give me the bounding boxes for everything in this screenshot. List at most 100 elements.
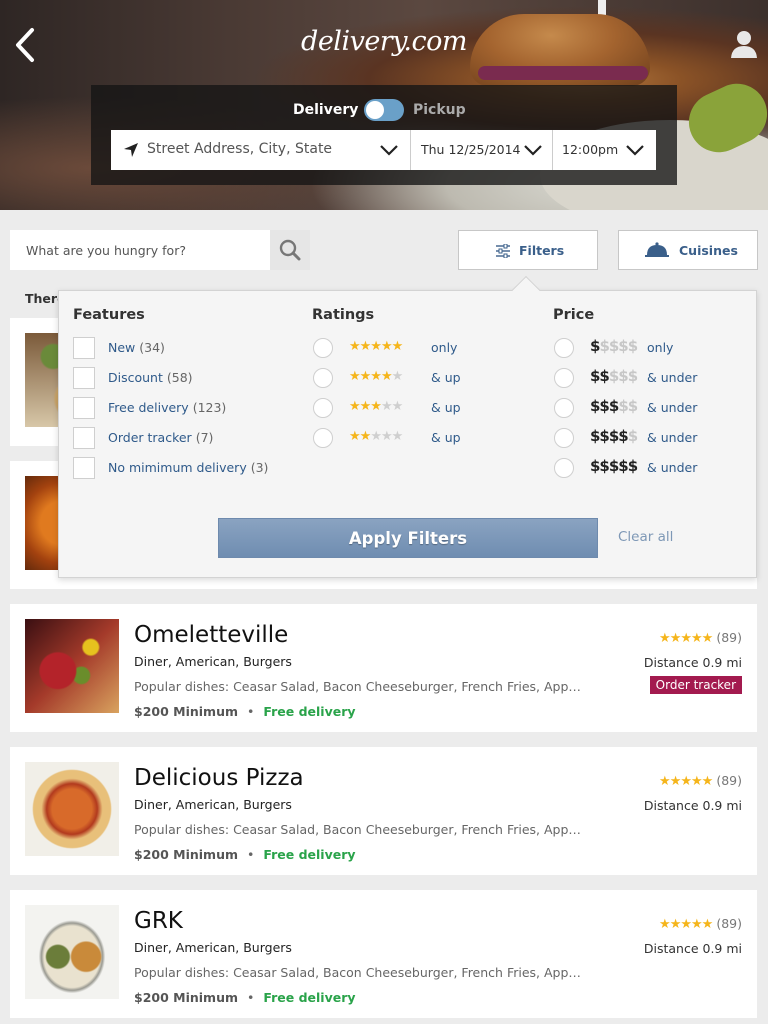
star-rating-icon: ★★★★★: [659, 774, 713, 789]
restaurant-name[interactable]: Omeletteville: [134, 622, 288, 648]
rating-suffix: & up: [431, 400, 461, 415]
radio-button[interactable]: [554, 458, 574, 478]
address-input[interactable]: Street Address, City, State: [111, 130, 411, 170]
price-suffix: only: [647, 340, 674, 355]
price-level: $$$$$: [590, 367, 638, 385]
feature-label: Order tracker (7): [108, 430, 214, 445]
restaurant-thumbnail: [25, 762, 119, 856]
feature-option-new[interactable]: New (34): [73, 337, 293, 359]
search-button[interactable]: [270, 230, 310, 270]
search-icon: [279, 239, 301, 261]
restaurant-thumbnail: [25, 905, 119, 999]
apply-filters-button[interactable]: Apply Filters: [218, 518, 598, 558]
user-profile-button[interactable]: [728, 28, 760, 60]
rating-suffix: only: [431, 340, 458, 355]
checkbox[interactable]: [73, 367, 95, 389]
rating: ★★★★★ (89): [659, 773, 742, 789]
radio-button[interactable]: [313, 338, 333, 358]
price-option-1[interactable]: $$$$$ only: [554, 337, 724, 359]
feature-option-no-minimum[interactable]: No mimimum delivery (3): [73, 457, 293, 479]
feature-option-order-tracker[interactable]: Order tracker (7): [73, 427, 293, 449]
rating-suffix: & up: [431, 370, 461, 385]
address-placeholder: Street Address, City, State: [147, 141, 333, 157]
time-select[interactable]: 12:00pm: [553, 130, 656, 170]
price-option-3[interactable]: $$$$$ & under: [554, 397, 724, 419]
time-value: 12:00pm: [562, 142, 619, 157]
dropdown-caret: [511, 275, 541, 305]
radio-button[interactable]: [554, 338, 574, 358]
cuisines-button[interactable]: Cuisines: [618, 230, 758, 270]
radio-button[interactable]: [313, 368, 333, 388]
restaurant-cuisine: Diner, American, Burgers: [134, 797, 292, 812]
filters-button[interactable]: Filters: [458, 230, 598, 270]
radio-button[interactable]: [554, 368, 574, 388]
rating-option-3[interactable]: ★★★★★ & up: [313, 397, 483, 419]
popular-dishes: Popular dishes: Ceasar Salad, Bacon Chee…: [134, 822, 584, 837]
restaurant-name[interactable]: Delicious Pizza: [134, 765, 304, 791]
chevron-down-icon: [524, 145, 542, 156]
delivery-info: $200 Minimum • Free delivery: [134, 704, 356, 719]
restaurant-card[interactable]: Omeletteville Diner, American, Burgers P…: [10, 604, 757, 732]
restaurant-name[interactable]: GRK: [134, 908, 183, 934]
checkbox[interactable]: [73, 457, 95, 479]
review-count: (89): [716, 630, 742, 645]
feature-option-free-delivery[interactable]: Free delivery (123): [73, 397, 293, 419]
pickup-mode-label[interactable]: Pickup: [413, 99, 466, 121]
checkbox[interactable]: [73, 337, 95, 359]
minimum-order: $200 Minimum: [134, 704, 238, 719]
rating-suffix: & up: [431, 430, 461, 445]
rating: ★★★★★ (89): [659, 630, 742, 646]
delivery-pickup-toggle[interactable]: [364, 99, 404, 121]
search-bar: [10, 230, 310, 270]
separator-dot: •: [247, 704, 255, 719]
sliders-icon: [496, 244, 510, 258]
separator-dot: •: [247, 990, 255, 1005]
radio-button[interactable]: [554, 398, 574, 418]
toggle-knob: [366, 101, 384, 119]
star-rating-icon: ★★★★★: [349, 429, 403, 444]
clear-all-link[interactable]: Clear all: [618, 529, 673, 545]
rating-option-4[interactable]: ★★★★★ & up: [313, 367, 483, 389]
delivery-mode-label[interactable]: Delivery: [293, 99, 358, 121]
price-option-5[interactable]: $$$$$ & under: [554, 457, 724, 479]
rating-option-2[interactable]: ★★★★★ & up: [313, 427, 483, 449]
restaurant-card[interactable]: Delicious Pizza Diner, American, Burgers…: [10, 747, 757, 875]
search-input[interactable]: [10, 230, 270, 270]
location-arrow-icon: [124, 143, 138, 157]
price-level: $$$$$: [590, 337, 638, 355]
restaurant-cuisine: Diner, American, Burgers: [134, 654, 292, 669]
order-tracker-badge: Order tracker: [649, 676, 742, 694]
delivery-pickup-toggle-row: Delivery Pickup: [91, 99, 677, 121]
restaurant-cuisine: Diner, American, Burgers: [134, 940, 292, 955]
cloche-icon: [645, 242, 669, 257]
free-delivery-label: Free delivery: [263, 704, 356, 719]
restaurant-card[interactable]: GRK Diner, American, Burgers Popular dis…: [10, 890, 757, 1018]
cuisines-label: Cuisines: [679, 243, 738, 258]
price-suffix: & under: [647, 370, 698, 385]
app-logo[interactable]: delivery.com: [0, 26, 768, 57]
price-level: $$$$$: [590, 397, 638, 415]
price-suffix: & under: [647, 460, 698, 475]
price-option-2[interactable]: $$$$$ & under: [554, 367, 724, 389]
hero-banner: delivery.com Delivery Pickup Street Addr…: [0, 0, 768, 210]
ratings-heading: Ratings: [312, 307, 375, 323]
features-heading: Features: [73, 307, 145, 323]
price-option-4[interactable]: $$$$$ & under: [554, 427, 724, 449]
date-select[interactable]: Thu 12/25/2014: [411, 130, 553, 170]
feature-label: New (34): [108, 340, 165, 355]
minimum-order: $200 Minimum: [134, 847, 238, 862]
minimum-order: $200 Minimum: [134, 990, 238, 1005]
radio-button[interactable]: [313, 428, 333, 448]
rating-option-5[interactable]: ★★★★★ only: [313, 337, 483, 359]
feature-label: Free delivery (123): [108, 400, 227, 415]
checkbox[interactable]: [73, 397, 95, 419]
feature-option-discount[interactable]: Discount (58): [73, 367, 293, 389]
chevron-down-icon: [626, 145, 644, 156]
price-level: $$$$$: [590, 457, 638, 475]
distance: Distance 0.9 mi: [643, 941, 742, 956]
star-rating-icon: ★★★★★: [659, 917, 713, 932]
radio-button[interactable]: [554, 428, 574, 448]
star-rating-icon: ★★★★★: [349, 369, 403, 384]
checkbox[interactable]: [73, 427, 95, 449]
radio-button[interactable]: [313, 398, 333, 418]
